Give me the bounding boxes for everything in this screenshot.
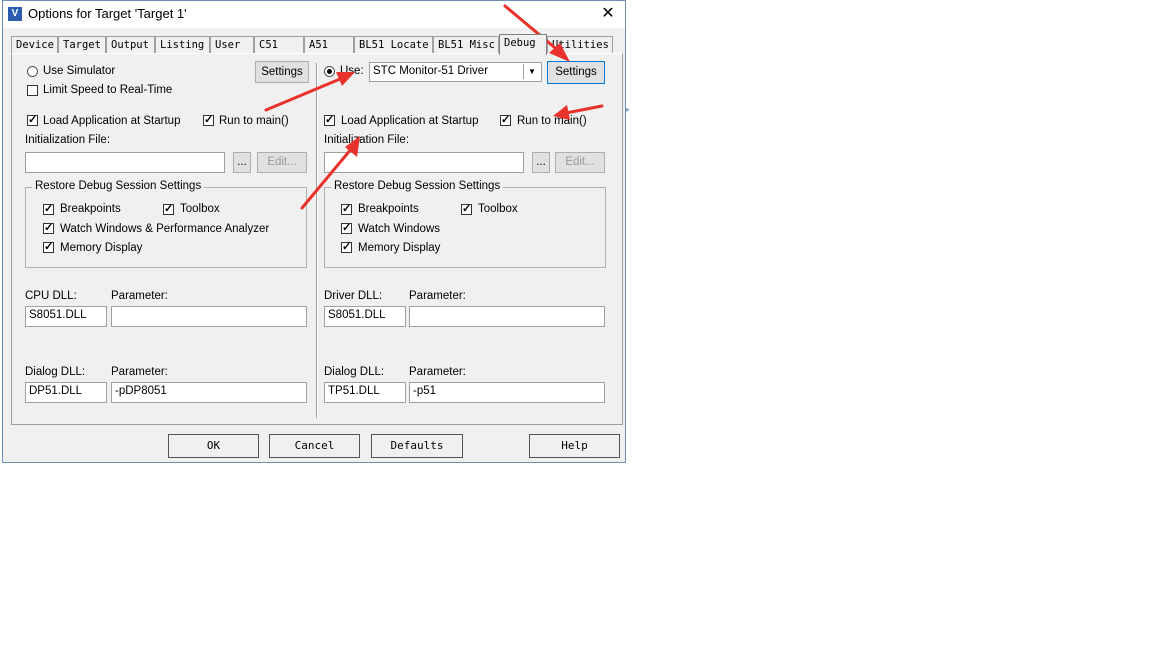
help-button[interactable]: Help xyxy=(529,434,620,458)
driver-select[interactable]: STC Monitor-51 Driver ▼ xyxy=(369,62,542,82)
left-watch-checkbox[interactable] xyxy=(43,221,54,234)
cpu-dll-input[interactable]: S8051.DLL xyxy=(25,306,107,327)
driver-select-value: STC Monitor-51 Driver xyxy=(373,65,489,77)
right-edit-button[interactable]: Edit... xyxy=(555,152,605,173)
use-driver-radio[interactable] xyxy=(324,66,335,77)
column-divider xyxy=(316,63,318,418)
left-dialog-dll-input[interactable]: DP51.DLL xyxy=(25,382,107,403)
tab-debug[interactable]: Debug xyxy=(499,34,547,55)
left-dialog-param-label: Parameter: xyxy=(111,366,168,378)
left-breakpoints-checkbox[interactable] xyxy=(43,202,54,215)
right-watch-label: Watch Windows xyxy=(358,223,441,235)
tab-target[interactable]: Target xyxy=(58,36,106,53)
right-dialog-dll-label: Dialog DLL: xyxy=(324,366,385,378)
right-run-to-main-checkbox[interactable] xyxy=(500,113,511,126)
keil-app-icon: V xyxy=(8,7,22,21)
right-init-file-label: Initialization File: xyxy=(324,134,410,146)
right-memory-checkbox[interactable] xyxy=(341,240,352,253)
left-init-file-input[interactable] xyxy=(25,152,225,173)
tab-bl51-locate[interactable]: BL51 Locate xyxy=(354,36,433,53)
background-window-edge-icon: ▸ xyxy=(626,105,631,114)
use-driver-label: Use: xyxy=(340,65,364,77)
tab-utilities[interactable]: Utilities xyxy=(547,36,613,53)
right-toolbox-label: Toolbox xyxy=(478,203,518,215)
driver-dll-label: Driver DLL: xyxy=(324,290,383,302)
left-memory-label: Memory Display xyxy=(60,242,143,254)
right-restore-title: Restore Debug Session Settings xyxy=(331,180,504,192)
right-load-app-label: Load Application at Startup xyxy=(341,115,479,127)
cpu-dll-label: CPU DLL: xyxy=(25,290,77,302)
right-run-to-main-label: Run to main() xyxy=(517,115,587,127)
left-edit-button[interactable]: Edit... xyxy=(257,152,307,173)
right-dialog-param-input[interactable]: -p51 xyxy=(409,382,605,403)
right-breakpoints-label: Breakpoints xyxy=(358,203,419,215)
left-toolbox-label: Toolbox xyxy=(180,203,220,215)
left-watch-label: Watch Windows & Performance Analyzer xyxy=(60,223,270,235)
close-icon[interactable]: ✕ xyxy=(597,3,619,25)
use-simulator-radio[interactable] xyxy=(27,66,38,77)
tab-output[interactable]: Output xyxy=(106,36,155,53)
limit-speed-label: Limit Speed to Real-Time xyxy=(43,84,173,96)
left-restore-title: Restore Debug Session Settings xyxy=(32,180,205,192)
left-memory-checkbox[interactable] xyxy=(43,240,54,253)
right-browse-button[interactable]: ... xyxy=(532,152,550,173)
tab-listing[interactable]: Listing xyxy=(155,36,210,53)
cpu-param-label: Parameter: xyxy=(111,290,168,302)
left-run-to-main-label: Run to main() xyxy=(219,115,289,127)
left-load-app-label: Load Application at Startup xyxy=(43,115,181,127)
title-bar: V Options for Target 'Target 1' ✕ xyxy=(3,1,625,28)
tab-strip: Device Target Output Listing User C51 A5… xyxy=(11,34,621,55)
driver-settings-button[interactable]: Settings xyxy=(547,61,605,84)
left-dialog-param-input[interactable]: -pDP8051 xyxy=(111,382,307,403)
left-breakpoints-label: Breakpoints xyxy=(60,203,121,215)
right-toolbox-checkbox[interactable] xyxy=(461,202,472,215)
left-dialog-dll-label: Dialog DLL: xyxy=(25,366,86,378)
right-memory-label: Memory Display xyxy=(358,242,441,254)
right-breakpoints-checkbox[interactable] xyxy=(341,202,352,215)
driver-param-input[interactable] xyxy=(409,306,605,327)
driver-param-label: Parameter: xyxy=(409,290,466,302)
tab-bl51-misc[interactable]: BL51 Misc xyxy=(433,36,499,53)
right-watch-checkbox[interactable] xyxy=(341,221,352,234)
left-load-app-checkbox[interactable] xyxy=(27,113,38,126)
defaults-button[interactable]: Defaults xyxy=(371,434,463,458)
options-dialog: V Options for Target 'Target 1' ✕ Device… xyxy=(2,0,626,463)
right-load-app-checkbox[interactable] xyxy=(324,113,335,126)
simulator-settings-button[interactable]: Settings xyxy=(255,61,309,83)
left-toolbox-checkbox[interactable] xyxy=(163,202,174,215)
right-dialog-dll-input[interactable]: TP51.DLL xyxy=(324,382,406,403)
tab-user[interactable]: User xyxy=(210,36,254,53)
dialog-title: Options for Target 'Target 1' xyxy=(28,6,187,21)
tab-c51[interactable]: C51 xyxy=(254,36,304,53)
left-init-file-label: Initialization File: xyxy=(25,134,111,146)
limit-speed-checkbox[interactable] xyxy=(27,85,38,96)
use-simulator-label: Use Simulator xyxy=(43,65,116,77)
right-dialog-param-label: Parameter: xyxy=(409,366,466,378)
chevron-down-icon[interactable]: ▼ xyxy=(523,64,540,79)
ok-button[interactable]: OK xyxy=(168,434,259,458)
right-init-file-input[interactable] xyxy=(324,152,524,173)
left-browse-button[interactable]: ... xyxy=(233,152,251,173)
cpu-param-input[interactable] xyxy=(111,306,307,327)
left-run-to-main-checkbox[interactable] xyxy=(203,113,214,126)
tab-device[interactable]: Device xyxy=(11,36,58,53)
cancel-button[interactable]: Cancel xyxy=(269,434,360,458)
tab-a51[interactable]: A51 xyxy=(304,36,354,53)
driver-dll-input[interactable]: S8051.DLL xyxy=(324,306,406,327)
